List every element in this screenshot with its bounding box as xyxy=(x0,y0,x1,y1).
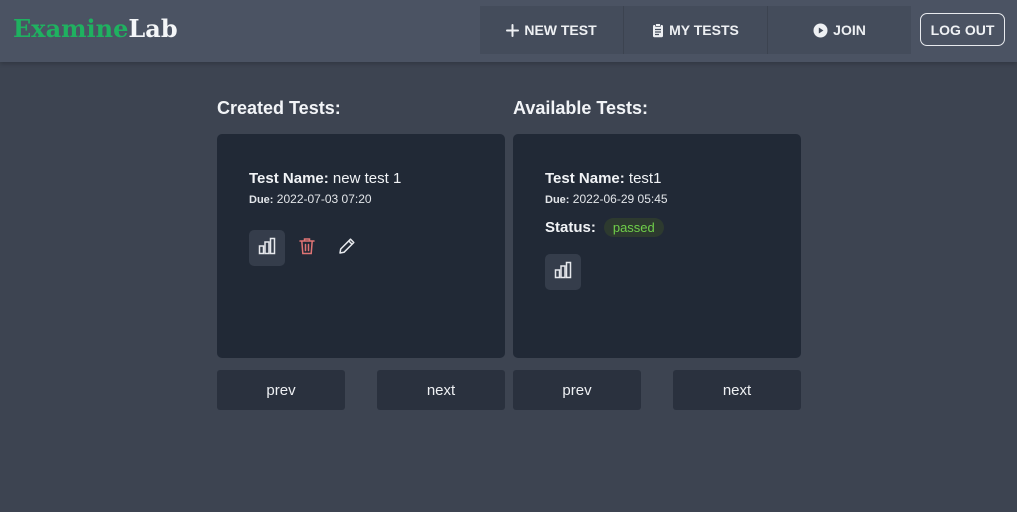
available-next-button[interactable]: next xyxy=(673,370,801,410)
available-tests-heading: Available Tests: xyxy=(513,98,649,118)
brand-part-examine: Examine xyxy=(13,14,129,43)
pencil-icon xyxy=(338,237,356,260)
created-test-name: Test Name: new test 1 xyxy=(249,170,401,187)
created-stats-button[interactable] xyxy=(249,230,285,266)
created-tests-heading: Created Tests: xyxy=(217,98,341,118)
due-label: Due: xyxy=(545,194,570,206)
test-name-label: Test Name: xyxy=(545,170,625,187)
test-name-value: new test 1 xyxy=(332,170,402,187)
chart-bar-icon xyxy=(554,261,572,284)
status-label: Status: xyxy=(545,219,596,236)
available-stats-button[interactable] xyxy=(545,254,581,290)
clipboard-icon xyxy=(652,22,664,38)
available-test-card: Test Name: test1 Due: 2022-06-29 05:45 S… xyxy=(513,134,801,358)
available-prev-button[interactable]: prev xyxy=(513,370,641,410)
due-value: 2022-06-29 05:45 xyxy=(572,192,668,206)
chart-bar-icon xyxy=(258,237,276,260)
created-test-due: Due: 2022-07-03 07:20 xyxy=(249,192,372,206)
nav-button-group: NEW TEST MY TESTS JOIN xyxy=(480,6,911,54)
created-next-button[interactable]: next xyxy=(377,370,505,410)
top-navbar: ExamineLab NEW TEST MY TESTS JOIN LOG OU… xyxy=(0,0,1017,62)
test-name-label: Test Name: xyxy=(249,170,329,187)
join-label: JOIN xyxy=(833,22,866,38)
new-test-button[interactable]: NEW TEST xyxy=(480,6,624,54)
test-name-value: test1 xyxy=(628,170,662,187)
plus-icon xyxy=(506,23,520,37)
brand-logo[interactable]: ExamineLab xyxy=(13,14,178,43)
available-test-status: Status: passed xyxy=(545,218,664,237)
my-tests-label: MY TESTS xyxy=(669,22,739,38)
trash-icon xyxy=(299,237,315,260)
my-tests-button[interactable]: MY TESTS xyxy=(624,6,768,54)
available-test-due: Due: 2022-06-29 05:45 xyxy=(545,192,668,206)
due-value: 2022-07-03 07:20 xyxy=(276,192,372,206)
available-test-name: Test Name: test1 xyxy=(545,170,661,187)
new-test-label: NEW TEST xyxy=(524,22,597,38)
created-edit-button[interactable] xyxy=(329,230,365,266)
join-button[interactable]: JOIN xyxy=(768,6,911,54)
play-circle-icon xyxy=(813,23,828,38)
due-label: Due: xyxy=(249,194,274,206)
created-delete-button[interactable] xyxy=(289,230,325,266)
logout-button[interactable]: LOG OUT xyxy=(920,13,1005,46)
status-badge: passed xyxy=(603,218,664,237)
created-prev-button[interactable]: prev xyxy=(217,370,345,410)
brand-part-lab: Lab xyxy=(128,14,178,43)
created-test-card: Test Name: new test 1 Due: 2022-07-03 07… xyxy=(217,134,505,358)
